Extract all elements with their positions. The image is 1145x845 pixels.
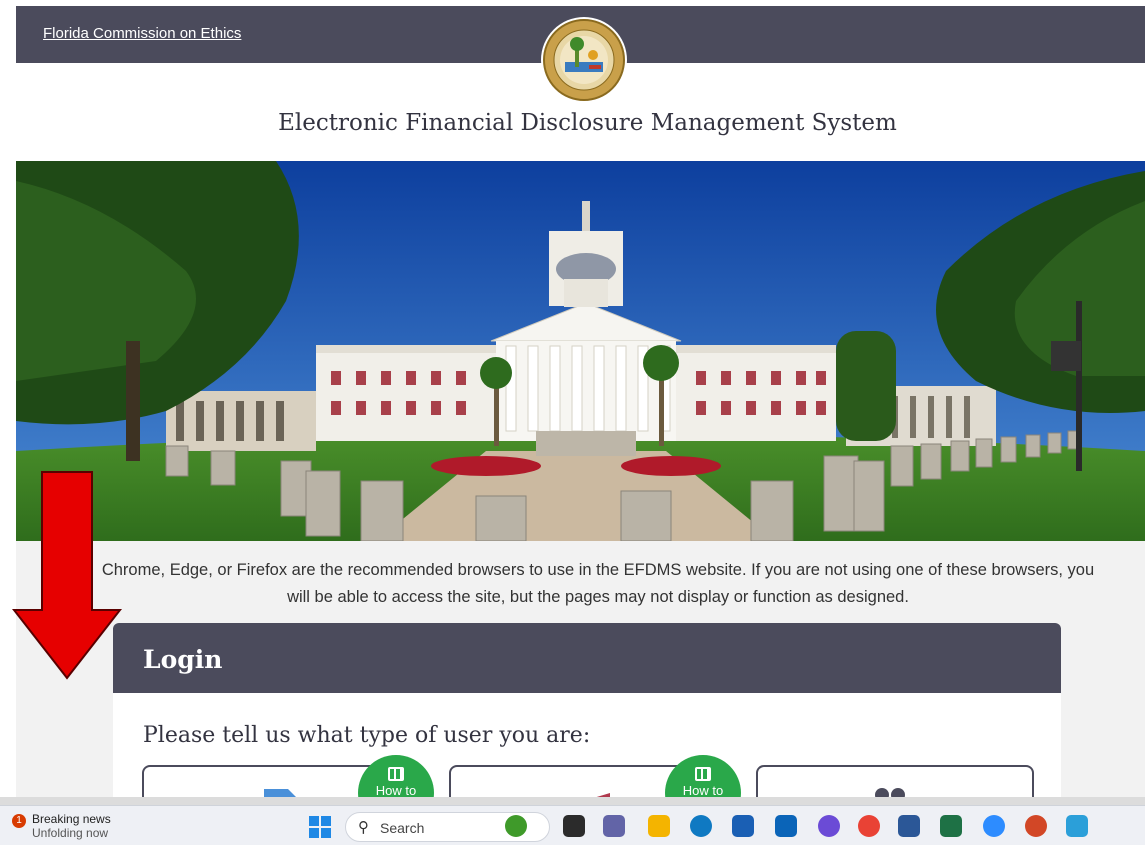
news-title: Breaking news (32, 812, 111, 826)
store-icon[interactable] (732, 815, 754, 837)
search-placeholder: Search (380, 820, 425, 836)
login-card: Login Please tell us what type of user y… (113, 623, 1061, 813)
excel-icon[interactable] (940, 815, 962, 837)
photos-icon[interactable] (1066, 815, 1088, 837)
file-explorer-icon[interactable] (648, 815, 670, 837)
film-icon (388, 767, 404, 781)
red-down-arrow-annotation (12, 471, 122, 680)
chrome-icon[interactable] (858, 815, 880, 837)
system-title: Electronic Financial Disclosure Manageme… (278, 110, 897, 136)
widgets-pepper-icon[interactable] (505, 815, 527, 837)
commission-home-link[interactable]: Florida Commission on Ethics (43, 25, 241, 42)
copilot-icon[interactable] (818, 815, 840, 837)
windows-taskbar: 1 Breaking news Unfolding now ⚲ Search (0, 805, 1145, 845)
word-icon[interactable] (898, 815, 920, 837)
task-view-icon[interactable] (563, 815, 585, 837)
user-type-prompt: Please tell us what type of user you are… (143, 723, 591, 748)
edge-browser-icon[interactable] (690, 815, 712, 837)
zoom-icon[interactable] (983, 815, 1005, 837)
teams-chat-icon[interactable] (603, 815, 625, 837)
login-header: Login (113, 623, 1061, 693)
how-to-label: How to (682, 783, 724, 798)
content-area: Chrome, Edge, or Firefox are the recomme… (16, 541, 1145, 813)
outlook-icon[interactable] (775, 815, 797, 837)
florida-state-seal-logo (541, 17, 627, 103)
browser-recommendation-notice: Chrome, Edge, or Firefox are the recomme… (101, 561, 1095, 606)
how-to-label: How to (375, 783, 417, 798)
login-title: Login (143, 645, 223, 674)
news-count-badge: 1 (12, 814, 26, 828)
capitol-hero-image (16, 161, 1145, 541)
film-icon (695, 767, 711, 781)
window-bottom-edge (0, 797, 1145, 805)
news-widget[interactable]: 1 Breaking news Unfolding now (12, 812, 111, 840)
windows-start-icon[interactable] (309, 816, 331, 838)
powerpoint-icon[interactable] (1025, 815, 1047, 837)
search-icon: ⚲ (358, 818, 369, 836)
news-subtitle: Unfolding now (32, 826, 109, 840)
